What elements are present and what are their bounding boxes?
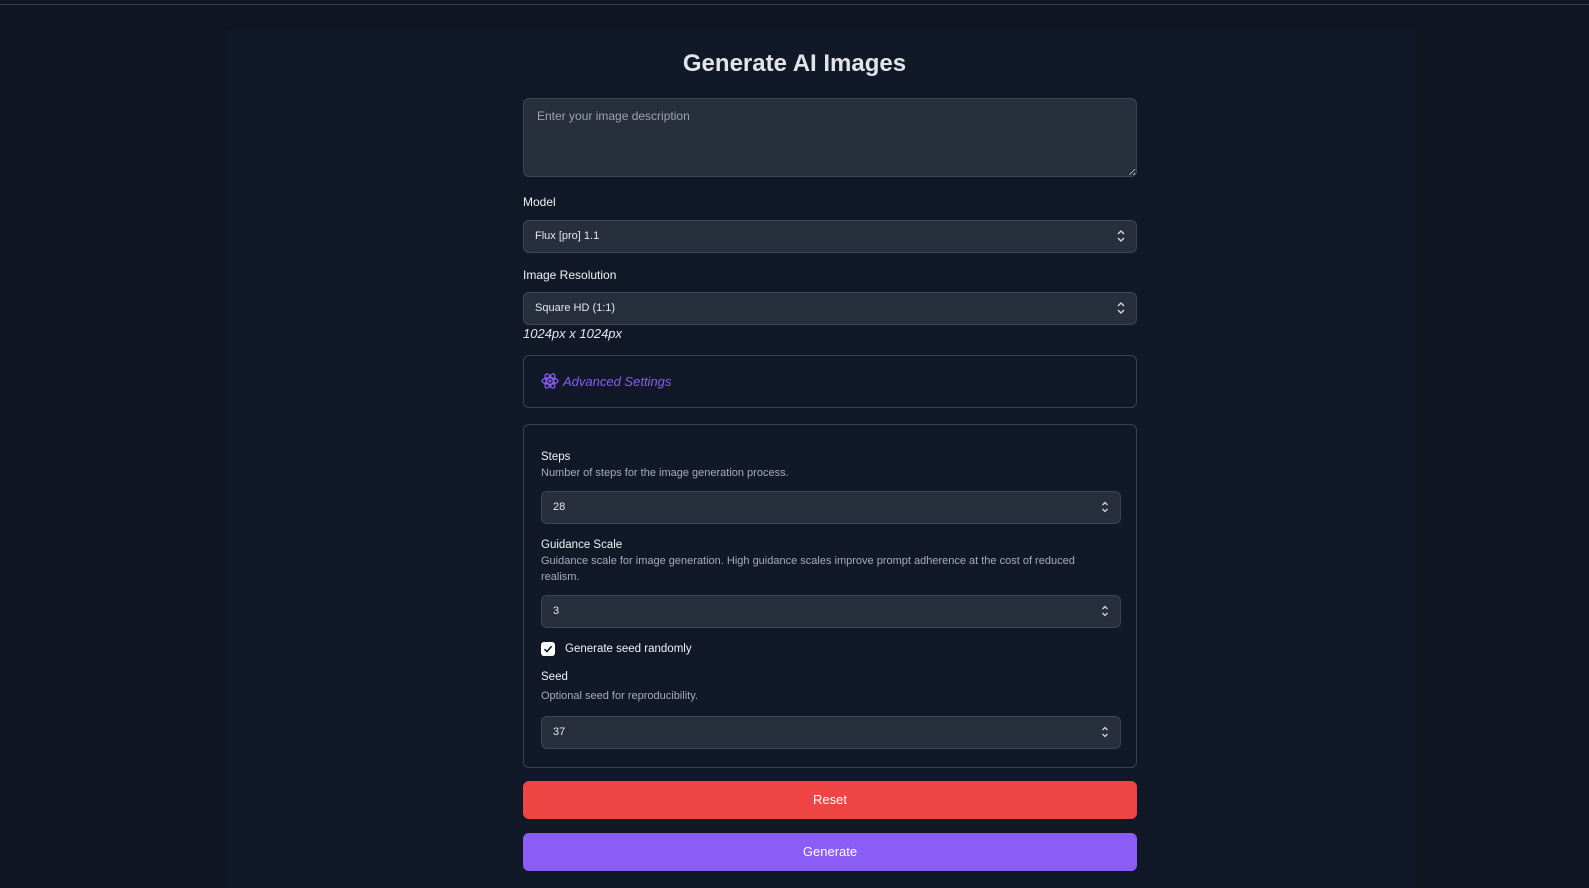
steps-value: 28 <box>553 501 566 513</box>
resolution-selected-value: Square HD (1:1) <box>535 302 616 314</box>
random-seed-label[interactable]: Generate seed randomly <box>565 643 692 655</box>
resolution-label: Image Resolution <box>523 268 617 282</box>
random-seed-checkbox[interactable] <box>541 642 555 656</box>
spinner-icon <box>1102 501 1108 513</box>
prompt-input[interactable] <box>523 98 1137 177</box>
resolution-dimensions: 1024px x 1024px <box>523 326 623 341</box>
chevron-updown-icon <box>1117 230 1125 242</box>
steps-input[interactable]: 28 <box>541 491 1121 524</box>
guidance-value: 3 <box>553 605 560 617</box>
advanced-settings-toggle[interactable]: Advanced Settings <box>523 355 1137 408</box>
resolution-select[interactable]: Square HD (1:1) <box>523 292 1137 325</box>
steps-label: Steps <box>541 451 571 463</box>
seed-description: Optional seed for reproducibility. <box>541 690 698 702</box>
guidance-description: Guidance scale for image generation. Hig… <box>541 555 1075 583</box>
advanced-settings-label: Advanced Settings <box>563 374 672 389</box>
spinner-icon <box>1102 726 1108 738</box>
seed-label: Seed <box>541 671 568 683</box>
checkmark-icon <box>543 645 553 653</box>
page-title: Generate AI Images <box>682 50 907 77</box>
model-select[interactable]: Flux [pro] 1.1 <box>523 220 1137 253</box>
spinner-icon <box>1102 605 1108 617</box>
steps-description: Number of steps for the image generation… <box>541 467 789 479</box>
model-selected-value: Flux [pro] 1.1 <box>535 230 600 242</box>
advanced-settings-panel: Steps Number of steps for the image gene… <box>523 424 1137 768</box>
guidance-input[interactable]: 3 <box>541 595 1121 628</box>
seed-value: 37 <box>553 726 566 738</box>
reset-button[interactable]: Reset <box>523 781 1137 819</box>
top-divider <box>0 0 1589 5</box>
atom-icon <box>541 373 559 389</box>
guidance-label: Guidance Scale <box>541 539 623 551</box>
seed-input[interactable]: 37 <box>541 716 1121 749</box>
model-label: Model <box>523 195 556 209</box>
chevron-updown-icon <box>1117 302 1125 314</box>
generate-button[interactable]: Generate <box>523 833 1137 871</box>
